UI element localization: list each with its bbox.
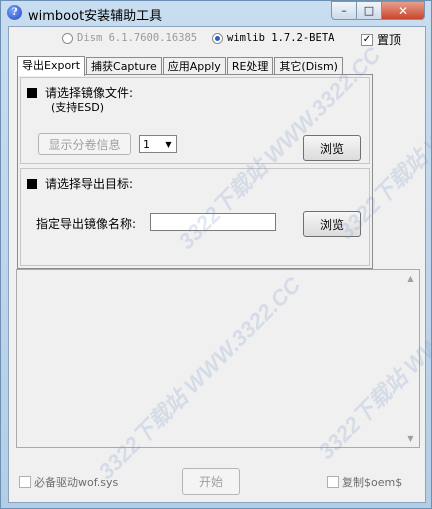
dism-radio[interactable] <box>62 32 73 44</box>
close-icon: ✕ <box>397 3 409 18</box>
target-title: 请选择导出目标: <box>27 175 133 192</box>
minimize-icon: – <box>341 4 347 17</box>
app-window: ? wimboot安装辅助工具 – □ ✕ Dism 6.1.7600.1638… <box>0 0 432 509</box>
client-area: Dism 6.1.7600.16385 wimlib 1.7.2-BETA ✓ … <box>8 26 426 503</box>
chevron-down-icon: ▼ <box>165 139 172 149</box>
source-group: 请选择镜像文件: (支持ESD) 显示分卷信息 1 ▼ 浏览 <box>20 77 370 164</box>
show-volume-button[interactable]: 显示分卷信息 <box>38 133 131 155</box>
target-name-value <box>151 215 154 228</box>
wimlib-radio[interactable] <box>212 32 223 44</box>
driver-checkbox[interactable] <box>19 476 31 488</box>
tab-export[interactable]: 导出Export <box>17 56 86 76</box>
target-name-label: 指定导出镜像名称: <box>36 217 137 231</box>
target-browse-button[interactable]: 浏览 <box>303 211 361 237</box>
driver-option[interactable]: 必备驱动wof.sys <box>19 474 118 490</box>
window-controls: – □ ✕ <box>331 1 425 20</box>
tab-other[interactable]: 其它(Dism) <box>274 57 343 75</box>
maximize-icon: □ <box>363 4 375 17</box>
dism-option[interactable]: Dism 6.1.7600.16385 <box>62 32 197 44</box>
export-panel: 请选择镜像文件: (支持ESD) 显示分卷信息 1 ▼ 浏览 请选择导出目标: … <box>17 74 373 269</box>
tab-re[interactable]: RE处理 <box>226 57 274 75</box>
pin-label: 置顶 <box>377 33 402 47</box>
start-button[interactable]: 开始 <box>182 468 240 495</box>
title-bar[interactable]: ? wimboot安装辅助工具 – □ ✕ <box>1 1 431 25</box>
dism-label: Dism 6.1.7600.16385 <box>77 32 198 44</box>
pin-checkbox[interactable]: ✓ <box>361 33 373 46</box>
tab-apply[interactable]: 应用Apply <box>162 57 226 75</box>
scroll-down-icon[interactable]: ▼ <box>402 430 419 447</box>
minimize-button[interactable]: – <box>331 1 357 20</box>
bullet-square-icon <box>27 178 37 189</box>
app-icon: ? <box>7 5 22 20</box>
source-browse-button[interactable]: 浏览 <box>303 135 361 161</box>
log-output[interactable]: ▲ ▼ <box>16 269 420 448</box>
window-title: wimboot安装辅助工具 <box>28 9 163 24</box>
bullet-square-icon <box>27 87 37 98</box>
wimlib-option[interactable]: wimlib 1.7.2-BETA <box>212 32 334 44</box>
log-scrollbar[interactable]: ▲ ▼ <box>402 270 419 447</box>
tab-capture[interactable]: 捕获Capture <box>86 57 162 75</box>
close-button[interactable]: ✕ <box>382 1 425 20</box>
source-subtitle: (支持ESD) <box>51 101 104 114</box>
wimlib-label: wimlib 1.7.2-BETA <box>227 32 335 44</box>
copy-oem-label: 复制$oem$ <box>342 476 403 489</box>
driver-label: 必备驱动wof.sys <box>34 476 119 489</box>
maximize-button[interactable]: □ <box>357 1 382 20</box>
target-title-text: 请选择导出目标: <box>45 177 134 191</box>
pin-option[interactable]: ✓ 置顶 <box>361 31 401 48</box>
scroll-up-icon[interactable]: ▲ <box>402 270 419 287</box>
volume-select[interactable]: 1 ▼ <box>139 135 177 153</box>
tab-bar: 导出Export 捕获Capture 应用Apply RE处理 其它(Dism) <box>17 55 344 76</box>
copy-oem-checkbox[interactable] <box>327 476 339 488</box>
target-name-input[interactable] <box>150 213 276 231</box>
target-group: 请选择导出目标: 指定导出镜像名称: 浏览 <box>20 168 370 266</box>
copy-oem-option[interactable]: 复制$oem$ <box>327 474 402 490</box>
volume-value: 1 <box>143 137 150 151</box>
